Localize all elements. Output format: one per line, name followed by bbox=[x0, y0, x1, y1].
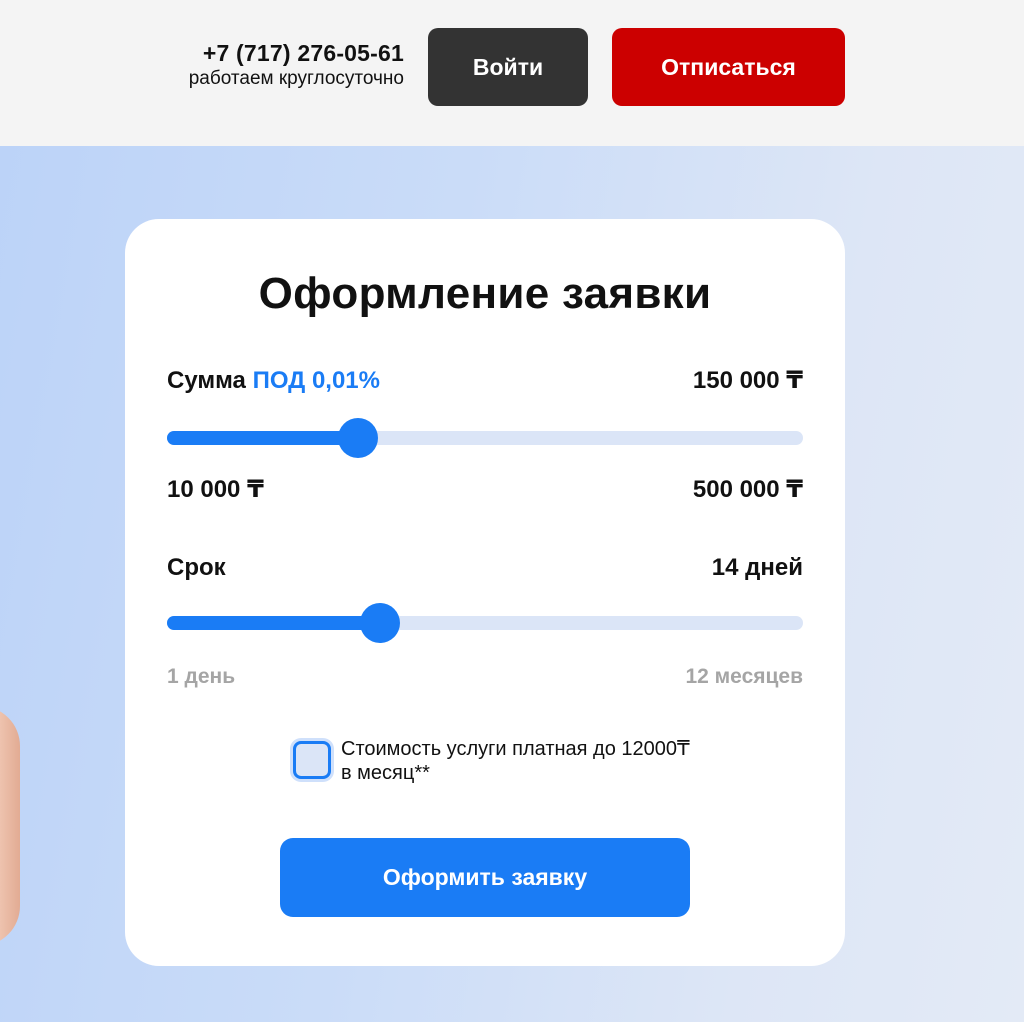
rate-label: ПОД 0,01% bbox=[252, 366, 380, 394]
amount-max: 500 000 ₸ bbox=[692, 476, 803, 503]
term-max: 12 месяцев bbox=[685, 665, 803, 688]
amount-label: Сумма bbox=[167, 366, 246, 394]
amount-slider-thumb[interactable] bbox=[337, 418, 378, 458]
term-min: 1 день bbox=[167, 665, 236, 688]
person-photo-fragment bbox=[0, 706, 20, 946]
term-row: Срок 14 дней bbox=[167, 554, 803, 582]
unsubscribe-button[interactable]: Отписаться bbox=[612, 28, 845, 106]
term-label: Срок bbox=[167, 554, 226, 581]
amount-slider-fill bbox=[167, 431, 358, 445]
working-hours: работаем круглосуточно bbox=[188, 68, 404, 89]
amount-label-group: Сумма ПОД 0,01% bbox=[167, 367, 380, 395]
amount-value: 150 000 ₸ bbox=[692, 367, 803, 394]
consent-text: Стоимость услуги платная до 12000₸ в мес… bbox=[341, 738, 690, 784]
phone-number[interactable]: +7 (717) 276-05-61 bbox=[189, 40, 404, 66]
term-slider-fill bbox=[167, 616, 381, 630]
amount-row: Сумма ПОД 0,01% 150 000 ₸ bbox=[167, 366, 803, 395]
application-form-card: Оформление заявки Сумма ПОД 0,01% 150 00… bbox=[125, 219, 845, 966]
submit-application-button[interactable]: Оформить заявку bbox=[280, 838, 690, 917]
term-slider-thumb[interactable] bbox=[360, 603, 401, 643]
term-value: 14 дней bbox=[711, 554, 803, 581]
consent-checkbox[interactable] bbox=[293, 741, 331, 779]
amount-slider[interactable] bbox=[167, 418, 803, 458]
consent-checkbox-row: Стоимость услуги платная до 12000₸ в мес… bbox=[293, 737, 701, 785]
term-slider[interactable] bbox=[167, 603, 803, 643]
amount-range-row: 10 000 ₸ 500 000 ₸ bbox=[167, 475, 803, 504]
contact-info: +7 (717) 276-05-61 работаем круглосуточн… bbox=[189, 40, 404, 92]
login-button[interactable]: Войти bbox=[428, 28, 588, 106]
form-title: Оформление заявки bbox=[258, 269, 712, 318]
term-range-row: 1 день 12 месяцев bbox=[167, 665, 803, 689]
top-header: +7 (717) 276-05-61 работаем круглосуточн… bbox=[0, 0, 1024, 146]
amount-min: 10 000 ₸ bbox=[167, 476, 264, 503]
